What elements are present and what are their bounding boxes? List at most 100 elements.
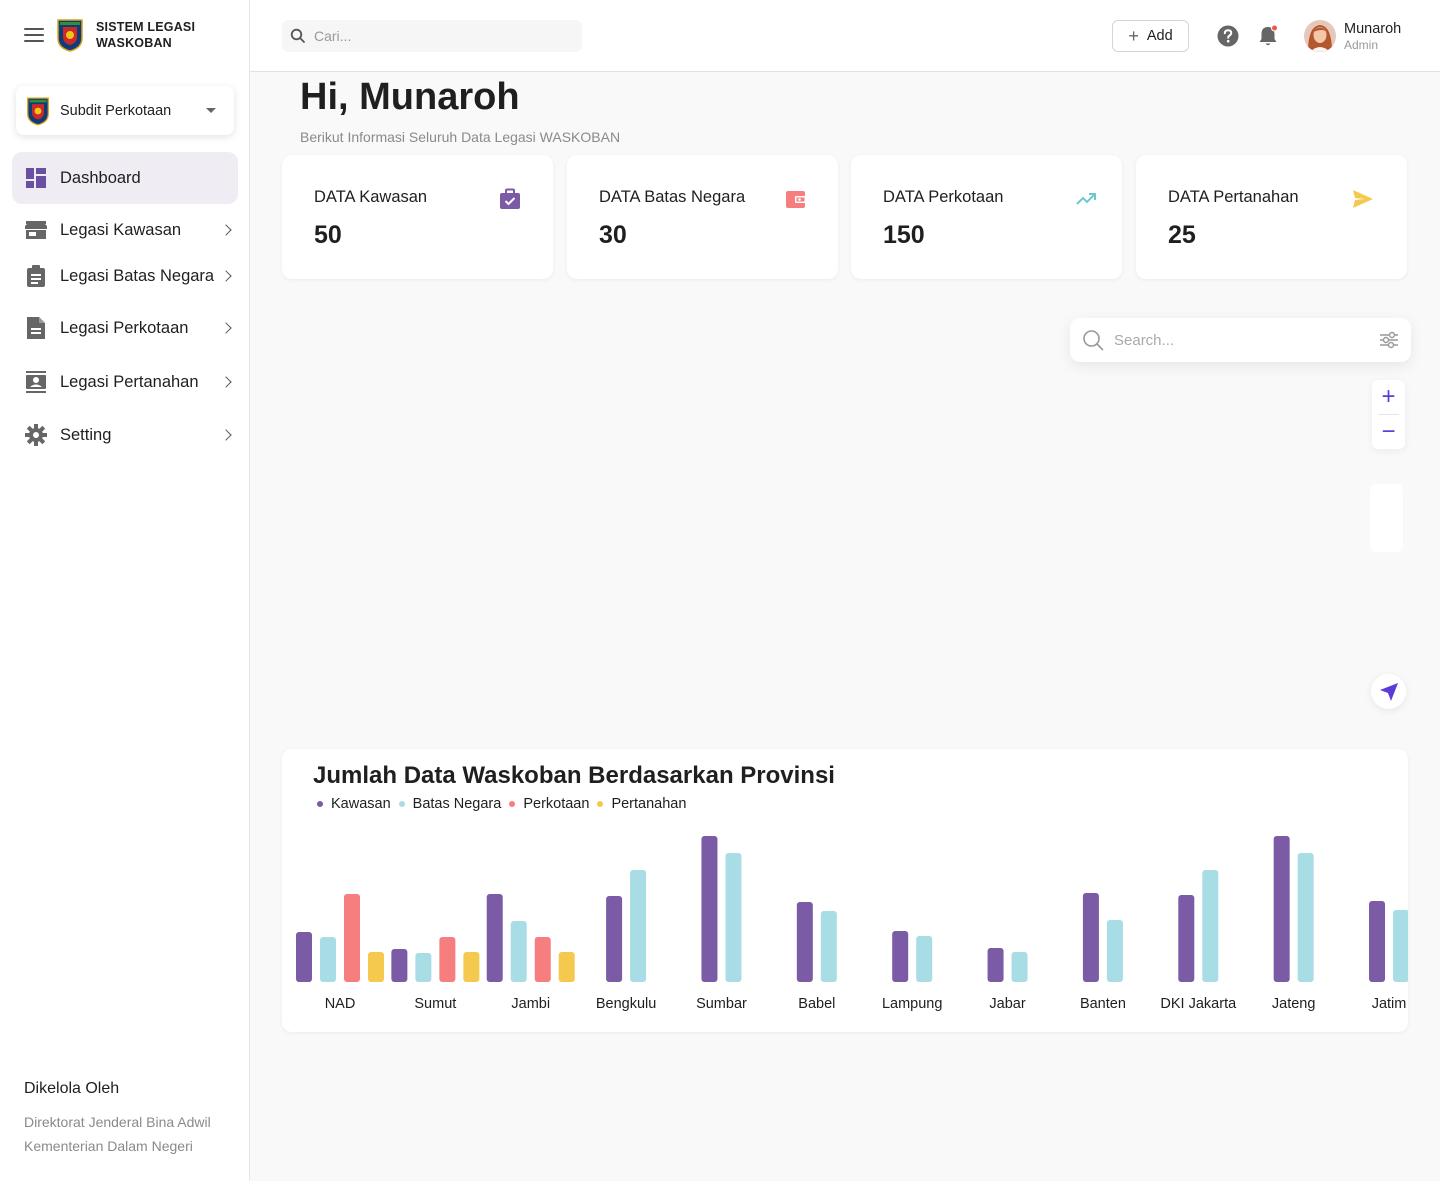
sidebar-item-label: Legasi Batas Negara (60, 266, 215, 285)
chevron-right-icon (220, 224, 232, 236)
sidebar-item-legasi-pertanahan[interactable]: Legasi Pertanahan (12, 356, 238, 408)
bar-batas-negara-banten[interactable] (1106, 920, 1123, 982)
bar-batas-negara-jabar[interactable] (1011, 952, 1028, 982)
footer-line: Direktorat Jenderal Bina Adwil (24, 1114, 211, 1130)
chevron-right-icon (220, 376, 232, 388)
stat-card-value: 30 (599, 221, 627, 249)
bar-kawasan-sumbar[interactable] (701, 836, 718, 982)
stat-card-batas-negara[interactable]: DATA Batas Negara 30 (567, 155, 838, 279)
help-icon[interactable] (1217, 25, 1239, 47)
bar-pertanahan-jambi[interactable] (558, 952, 575, 982)
stat-card-label: DATA Batas Negara (599, 188, 746, 206)
bar-kawasan-jabar[interactable] (987, 948, 1004, 982)
sidebar-item-legasi-batas-negara[interactable]: Legasi Batas Negara (12, 250, 238, 302)
search-icon (290, 28, 305, 43)
x-tick-label: Babel (798, 996, 835, 1012)
bar-kawasan-dki-jakarta[interactable] (1178, 895, 1195, 982)
bar-pertanahan-nad[interactable] (368, 952, 384, 982)
bar-batas-negara-dki-jakarta[interactable] (1202, 870, 1219, 982)
navigation-icon (1379, 682, 1398, 701)
bar-kawasan-jateng[interactable] (1273, 836, 1290, 982)
send-icon (1353, 190, 1373, 208)
bar-kawasan-nad[interactable] (296, 932, 312, 982)
sidebar-item-label: Legasi Kawasan (60, 220, 182, 239)
bar-batas-negara-sumbar[interactable] (725, 853, 742, 982)
bell-icon[interactable] (1257, 24, 1279, 48)
x-tick-label: Sumut (414, 996, 456, 1012)
bar-batas-negara-bengkulu[interactable] (630, 870, 647, 982)
sidebar-item-legasi-kawasan[interactable]: Legasi Kawasan (12, 204, 238, 256)
bar-kawasan-babel[interactable] (796, 902, 813, 982)
bar-kawasan-banten[interactable] (1082, 893, 1099, 982)
x-tick-label: Sumbar (696, 996, 747, 1012)
wallet-icon (786, 191, 806, 208)
add-button[interactable]: + Add (1112, 20, 1189, 52)
stat-card-value: 50 (314, 221, 342, 249)
chart-card: Jumlah Data Waskoban Berdasarkan Provins… (282, 749, 1408, 1032)
x-tick-label: Jabar (989, 996, 1025, 1012)
chevron-right-icon (220, 270, 232, 282)
bar-pertanahan-sumut[interactable] (463, 952, 480, 982)
subdit-selector[interactable]: Subdit Perkotaan (16, 86, 234, 135)
filter-icon[interactable] (1379, 330, 1399, 350)
x-tick-label: NAD (325, 996, 356, 1012)
sidebar-item-setting[interactable]: Setting (12, 409, 238, 461)
bar-batas-negara-sumut[interactable] (415, 953, 432, 982)
x-tick-label: Jambi (511, 996, 550, 1012)
sidebar-item-label: Setting (60, 425, 112, 444)
page-title: Hi, Munaroh (300, 76, 520, 118)
bar-kawasan-jatim[interactable] (1369, 901, 1386, 982)
bar-perkotaan-jambi[interactable] (534, 937, 551, 982)
x-tick-label: Jatim (1372, 996, 1407, 1012)
stat-card-perkotaan[interactable]: DATA Perkotaan 150 (851, 155, 1122, 279)
x-tick-label: Lampung (882, 996, 942, 1012)
chevron-right-icon (220, 322, 232, 334)
brand: SISTEM LEGASI WASKOBAN (24, 18, 195, 52)
map-search-input[interactable] (1114, 331, 1364, 349)
zoom-out-button[interactable]: − (1372, 415, 1405, 449)
bar-perkotaan-nad[interactable] (344, 894, 360, 982)
bar-kawasan-lampung[interactable] (892, 931, 909, 982)
store-icon (24, 218, 48, 242)
stat-card-pertanahan[interactable]: DATA Pertanahan 25 (1136, 155, 1407, 279)
bar-batas-negara-jambi[interactable] (510, 921, 527, 982)
map-layer-control[interactable] (1370, 484, 1403, 552)
plus-icon: + (1128, 26, 1139, 46)
bar-batas-negara-jateng[interactable] (1297, 853, 1314, 982)
add-button-label: Add (1146, 28, 1173, 44)
stat-card-label: DATA Pertanahan (1168, 188, 1299, 206)
page-subtitle: Berikut Informasi Seluruh Data Legasi WA… (300, 129, 621, 145)
topbar: + Add Munaroh Admin (250, 0, 1440, 72)
locate-button[interactable] (1371, 674, 1406, 709)
menu-icon[interactable] (24, 28, 44, 42)
clipboard-icon (24, 264, 48, 288)
sidebar-item-label: Legasi Pertanahan (60, 372, 199, 391)
bar-batas-negara-babel[interactable] (820, 911, 837, 982)
bar-kawasan-jambi[interactable] (486, 894, 503, 982)
bar-batas-negara-jatim[interactable] (1393, 910, 1408, 982)
brand-title: SISTEM LEGASI WASKOBAN (96, 20, 196, 50)
logo-emblem-icon (57, 19, 83, 52)
user-role: Admin (1344, 38, 1379, 52)
bar-kawasan-sumut[interactable] (391, 949, 408, 982)
avatar[interactable] (1304, 20, 1336, 52)
stat-card-kawasan[interactable]: DATA Kawasan 50 (282, 155, 553, 279)
document-icon (24, 316, 48, 340)
sidebar-item-legasi-perkotaan[interactable]: Legasi Perkotaan (12, 302, 238, 354)
bar-batas-negara-nad[interactable] (320, 937, 336, 982)
sidebar-item-label: Legasi Perkotaan (60, 318, 189, 337)
sidebar: SISTEM LEGASI WASKOBAN Subdit Perkotaan … (0, 0, 250, 1181)
x-tick-label: Jateng (1272, 996, 1316, 1012)
contact-icon (24, 370, 48, 394)
bar-perkotaan-sumut[interactable] (439, 937, 456, 982)
stat-card-value: 150 (883, 221, 925, 249)
sidebar-item-dashboard[interactable]: Dashboard (12, 152, 238, 204)
top-search (282, 20, 582, 52)
briefcase-check-icon (500, 188, 520, 209)
bar-kawasan-bengkulu[interactable] (606, 896, 623, 982)
zoom-in-button[interactable]: + (1372, 380, 1405, 414)
trending-up-icon (1076, 193, 1096, 205)
caret-down-icon (206, 108, 216, 113)
search-input[interactable] (314, 28, 564, 44)
bar-batas-negara-lampung[interactable] (916, 936, 933, 982)
